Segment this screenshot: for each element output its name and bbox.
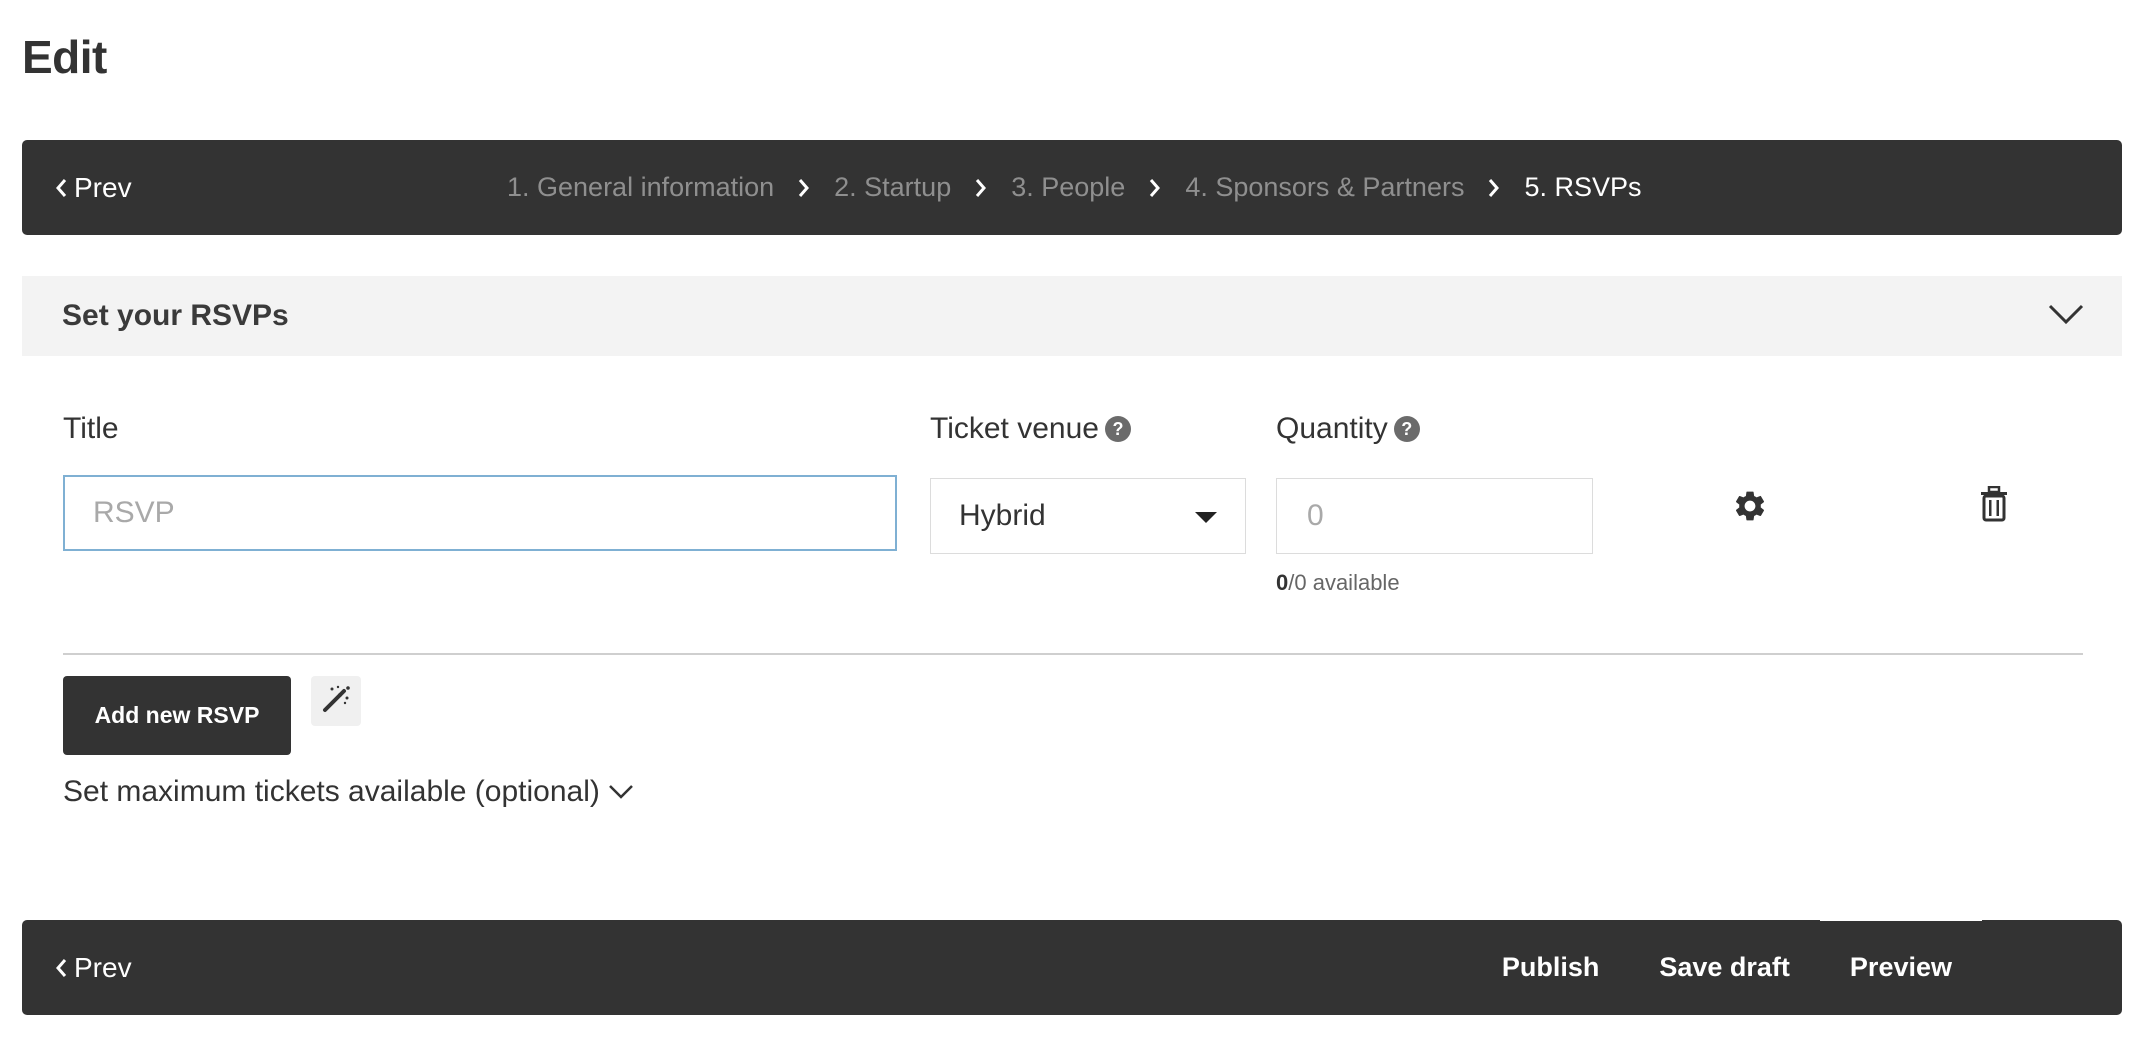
available-rest: /0 available bbox=[1288, 570, 1400, 595]
prev-button-top[interactable]: Prev bbox=[54, 140, 132, 235]
step-startup[interactable]: 2. Startup bbox=[834, 172, 951, 203]
step-sponsors-partners[interactable]: 4. Sponsors & Partners bbox=[1185, 172, 1464, 203]
gear-icon[interactable] bbox=[1732, 488, 1768, 529]
available-count: 0 bbox=[1276, 570, 1289, 595]
magic-wand-icon bbox=[321, 684, 351, 719]
preview-button[interactable]: Preview bbox=[1819, 919, 1982, 1014]
rsvp-title-input[interactable] bbox=[63, 475, 897, 551]
prev-label: Prev bbox=[74, 171, 132, 203]
trash-icon[interactable] bbox=[1979, 485, 2009, 527]
step-rsvps[interactable]: 5. RSVPs bbox=[1524, 172, 1641, 203]
help-icon[interactable]: ? bbox=[1393, 416, 1420, 442]
max-tickets-label: Set maximum tickets available (optional) bbox=[63, 775, 600, 808]
quantity-label-text: Quantity bbox=[1276, 412, 1388, 445]
ticket-venue-label-text: Ticket venue bbox=[930, 412, 1099, 445]
page-title: Edit bbox=[22, 31, 107, 83]
chevron-left-icon bbox=[54, 177, 68, 199]
save-draft-button[interactable]: Save draft bbox=[1629, 952, 1820, 983]
ticket-venue-value: Hybrid bbox=[959, 499, 1046, 532]
caret-down-icon bbox=[1195, 512, 1217, 523]
title-label-text: Title bbox=[63, 412, 119, 445]
ticket-venue-select[interactable]: Hybrid bbox=[930, 478, 1246, 554]
prev-label: Prev bbox=[74, 951, 132, 983]
step-list: 1. General information 2. Startup 3. Peo… bbox=[507, 140, 1642, 235]
quantity-label: Quantity ? bbox=[1276, 412, 1420, 446]
bottom-action-bar: Prev Publish Save draft Preview bbox=[22, 919, 2122, 1015]
chevron-right-icon bbox=[1464, 177, 1524, 199]
chevron-right-icon bbox=[1125, 177, 1185, 199]
chevron-right-icon bbox=[951, 177, 1011, 199]
step-people[interactable]: 3. People bbox=[1011, 172, 1125, 203]
chevron-down-icon bbox=[608, 775, 634, 809]
publish-button[interactable]: Publish bbox=[1472, 952, 1630, 983]
quantity-input[interactable] bbox=[1276, 478, 1593, 554]
chevron-left-icon bbox=[54, 957, 68, 979]
chevron-right-icon bbox=[774, 177, 834, 199]
title-label: Title bbox=[63, 412, 119, 446]
availability-text: 0/0 available bbox=[1276, 570, 1400, 596]
edit-page: Edit Prev 1. General information 2. Star… bbox=[0, 0, 2147, 1055]
chevron-down-icon[interactable] bbox=[2048, 302, 2084, 331]
ticket-venue-label: Ticket venue ? bbox=[930, 412, 1131, 446]
magic-wand-button[interactable] bbox=[311, 676, 361, 726]
step-general-information[interactable]: 1. General information bbox=[507, 172, 774, 203]
prev-button-bottom[interactable]: Prev bbox=[54, 920, 132, 1015]
step-navigation-bar: Prev 1. General information 2. Startup 3… bbox=[22, 140, 2122, 235]
bottom-actions: Publish Save draft Preview bbox=[1472, 919, 2122, 1015]
section-title: Set your RSVPs bbox=[62, 299, 289, 332]
rsvp-section-header[interactable]: Set your RSVPs bbox=[22, 276, 2122, 356]
help-icon[interactable]: ? bbox=[1104, 416, 1131, 442]
max-tickets-toggle[interactable]: Set maximum tickets available (optional) bbox=[63, 775, 634, 809]
add-new-rsvp-button[interactable]: Add new RSVP bbox=[63, 676, 291, 755]
divider bbox=[63, 653, 2083, 655]
